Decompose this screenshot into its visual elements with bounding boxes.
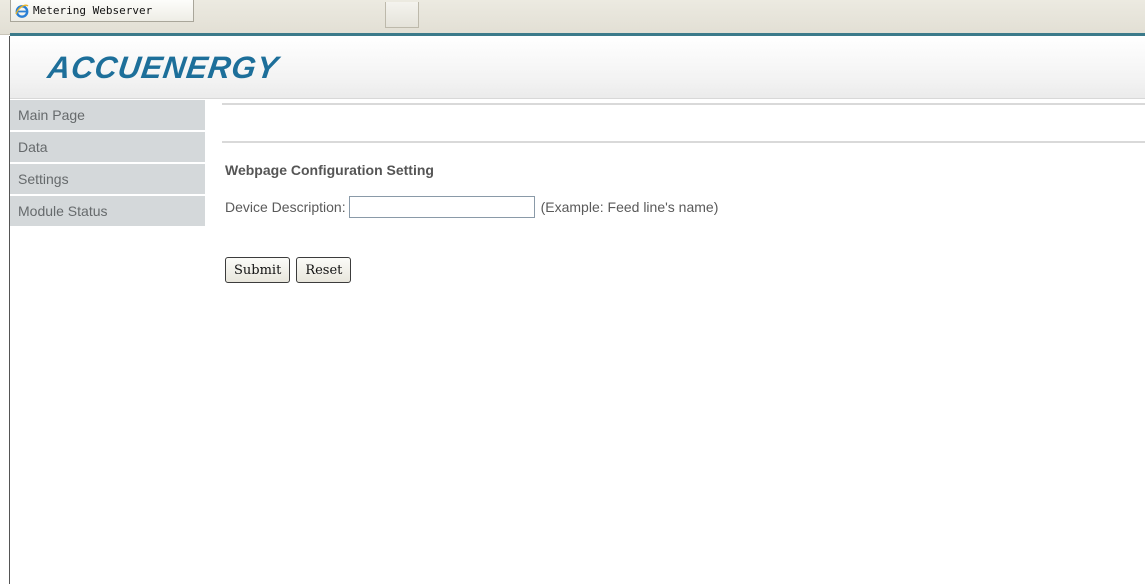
divider-top [222, 103, 1145, 105]
submit-button[interactable]: Submit [225, 257, 291, 283]
accuenergy-logo: ACCUENERGY [45, 50, 281, 85]
form-buttons: Submit Reset [225, 257, 352, 283]
new-tab-button[interactable] [385, 2, 419, 28]
divider-bottom [222, 141, 1145, 143]
device-description-label: Device Description: [225, 199, 346, 215]
sidebar-item-data[interactable]: Data [10, 132, 205, 164]
internet-explorer-icon [15, 4, 29, 18]
section-title: Webpage Configuration Setting [225, 162, 434, 178]
browser-window: Metering Webserver ACCUENERGY Main Page … [0, 0, 1145, 584]
sidebar-item-settings[interactable]: Settings [10, 164, 205, 196]
sidebar-item-main-page[interactable]: Main Page [10, 100, 205, 132]
browser-tab-strip: Metering Webserver [0, 0, 1145, 35]
device-description-input[interactable] [348, 196, 535, 218]
tab-title: Metering Webserver [33, 4, 153, 17]
device-description-row: Device Description: (Example: Feed line'… [225, 196, 718, 218]
device-description-hint: (Example: Feed line's name) [540, 199, 719, 215]
main-content: Webpage Configuration Setting Device Des… [222, 100, 1145, 584]
page-banner: ACCUENERGY [10, 36, 1145, 99]
sidebar-nav: Main Page Data Settings Module Status [10, 100, 205, 228]
sidebar-item-module-status[interactable]: Module Status [10, 196, 205, 228]
browser-tab[interactable]: Metering Webserver [10, 0, 194, 22]
reset-button[interactable]: Reset [296, 257, 352, 283]
